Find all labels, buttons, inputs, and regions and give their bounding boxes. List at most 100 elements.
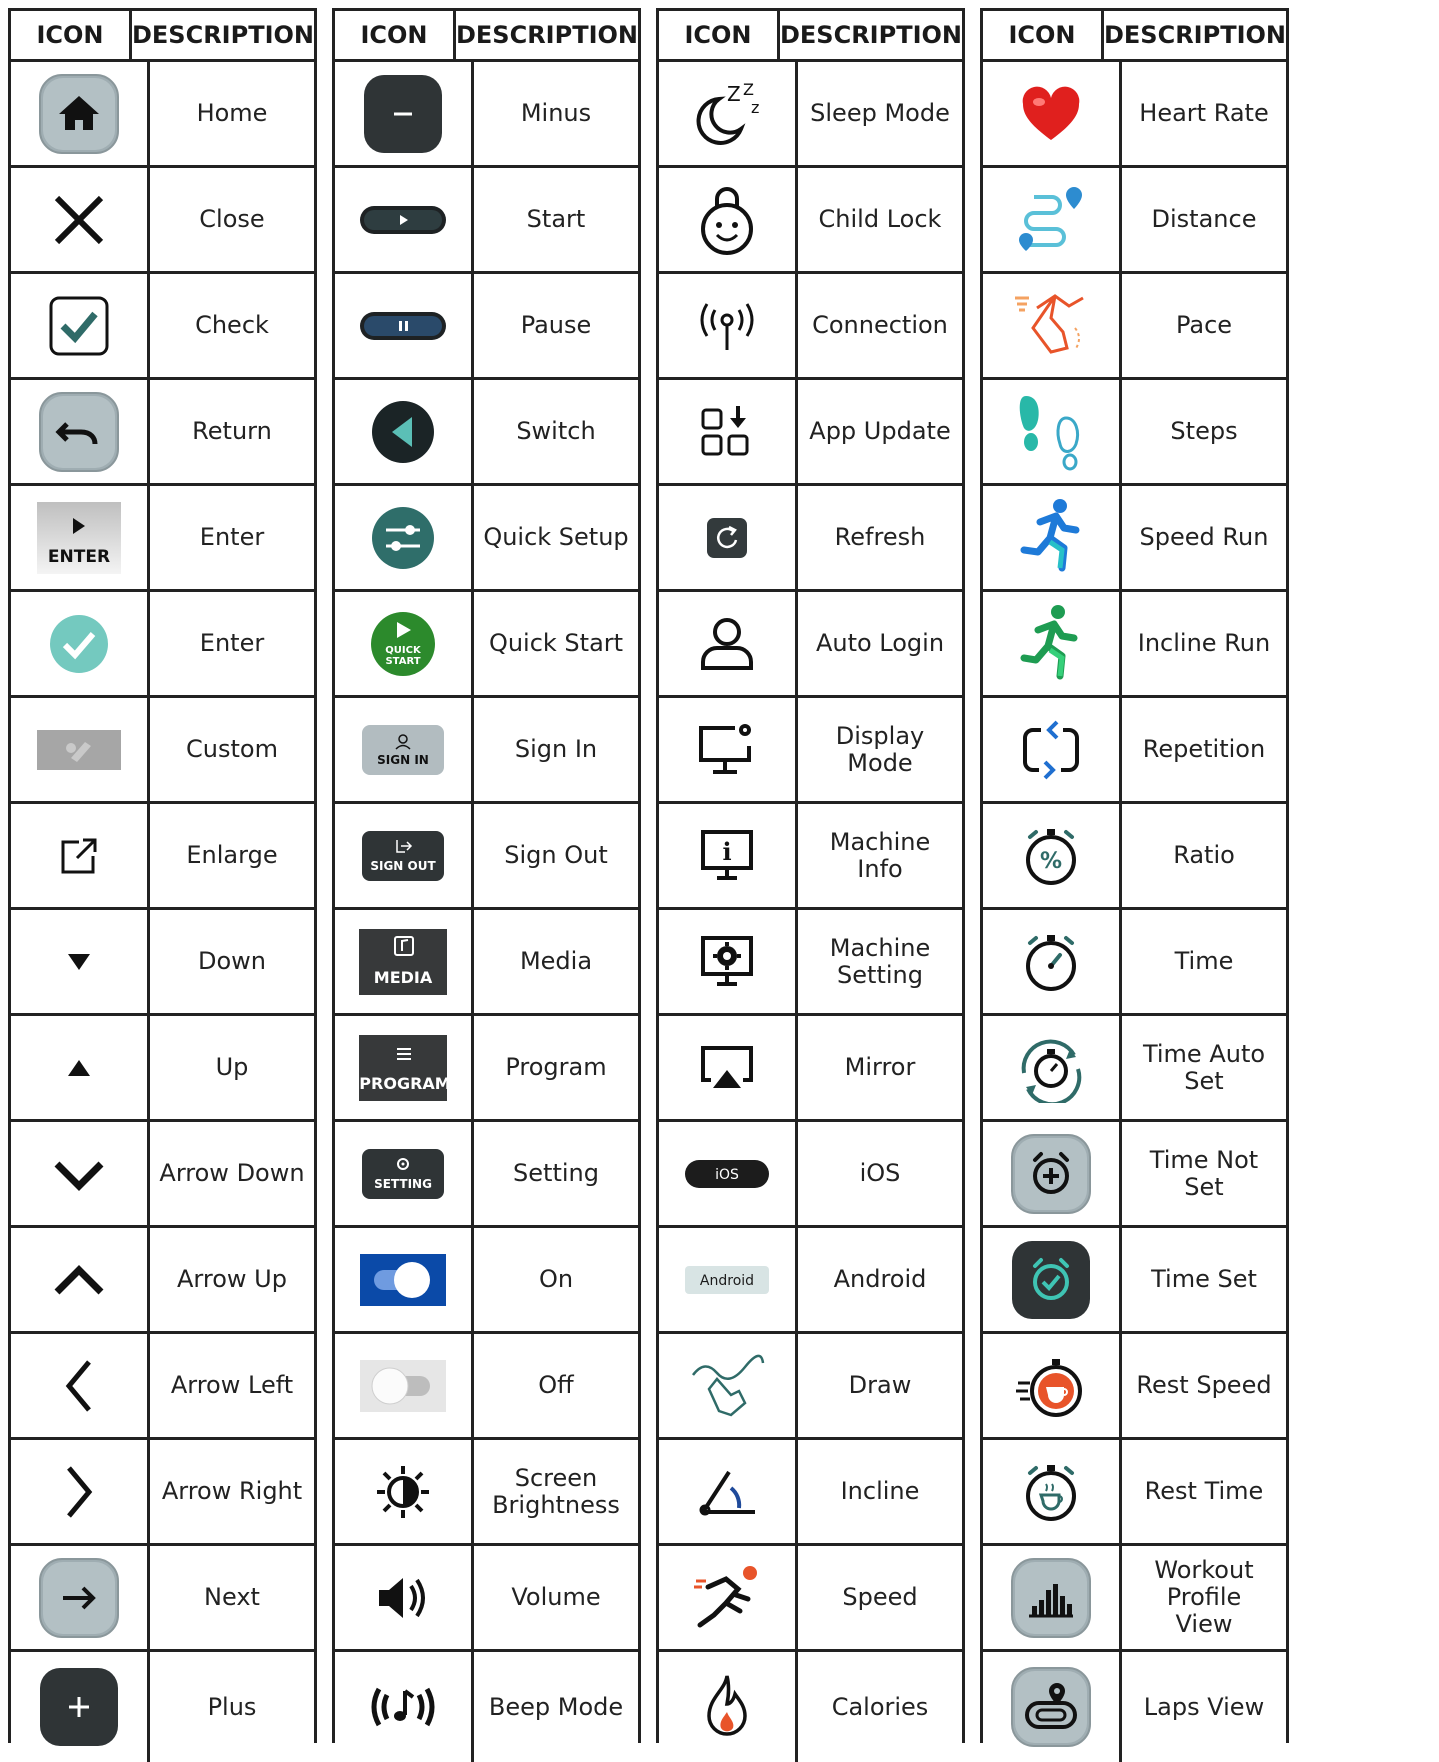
steps-icon: [983, 380, 1122, 483]
icon-description: Return: [192, 417, 272, 445]
svg-text:START: START: [385, 656, 420, 667]
draw-icon: [659, 1334, 798, 1437]
table-row: Return: [11, 380, 314, 486]
icon-description: Enlarge: [186, 841, 278, 869]
icon-description: Heart Rate: [1139, 99, 1269, 127]
calories-icon: [659, 1652, 798, 1762]
table-row: Screen Brightness: [335, 1440, 638, 1546]
icon-description: Screen Brightness: [492, 1463, 620, 1519]
icon-description: Ratio: [1173, 841, 1235, 869]
icon-description: Volume: [511, 1583, 601, 1611]
icon-description: App Update: [809, 417, 951, 445]
child-lock-icon: [659, 168, 798, 271]
icon-description: Close: [199, 205, 265, 233]
table-row: i Machine Info: [659, 804, 962, 910]
connection-icon: [659, 274, 798, 377]
table-row: ENTER Enter: [11, 486, 314, 592]
icon-column-header: ICON: [659, 11, 780, 59]
table-row: Time: [983, 910, 1286, 1016]
table-row: Mirror: [659, 1016, 962, 1122]
enter-button-icon: ENTER: [11, 486, 150, 589]
refresh-icon: [659, 486, 798, 589]
table-row: Calories: [659, 1652, 962, 1762]
pace-icon: [983, 274, 1122, 377]
svg-text:Z: Z: [743, 80, 754, 99]
table-row: Arrow Right: [11, 1440, 314, 1546]
table-row: Enlarge: [11, 804, 314, 910]
display-mode-icon: [659, 698, 798, 801]
icon-description: Quick Start: [488, 629, 624, 657]
table-row: Incline Run: [983, 592, 1286, 698]
icon-description: Down: [197, 947, 266, 975]
table-row: Home: [11, 62, 314, 168]
time-set-icon: [983, 1228, 1122, 1331]
plus-icon: [11, 1652, 150, 1762]
beep-mode-icon: [335, 1652, 474, 1762]
toggle-off-icon: [335, 1334, 474, 1437]
rest-speed-icon: [983, 1334, 1122, 1437]
mirror-icon: [659, 1016, 798, 1119]
icon-description: Enter: [199, 629, 265, 657]
arrow-left-icon: [11, 1334, 150, 1437]
table-row: Arrow Left: [11, 1334, 314, 1440]
machine-info-icon: i: [659, 804, 798, 907]
icon-description: Sign Out: [504, 841, 608, 869]
icon-description: Refresh: [834, 523, 926, 551]
table-row: % Ratio: [983, 804, 1286, 910]
return-icon: [11, 380, 150, 483]
icon-description: Quick Setup: [483, 523, 629, 551]
icon-description: Arrow Left: [170, 1371, 294, 1399]
table-row: Next: [11, 1546, 314, 1652]
table-row: Steps: [983, 380, 1286, 486]
down-triangle-icon: [11, 910, 150, 1013]
icon-description: Arrow Right: [161, 1477, 303, 1505]
setting-icon: SETTING: [335, 1122, 474, 1225]
sign-in-icon: SIGN IN: [335, 698, 474, 801]
svg-text:ENTER: ENTER: [48, 547, 110, 567]
icon-description: Setting: [513, 1159, 599, 1187]
heart-rate-icon: [983, 62, 1122, 165]
icon-description: Incline: [840, 1477, 920, 1505]
table-header: ICON DESCRIPTION: [659, 11, 962, 62]
icon-description: On: [538, 1265, 574, 1293]
table-row: Connection: [659, 274, 962, 380]
svg-text:Z: Z: [727, 82, 741, 106]
svg-text:QUICK: QUICK: [385, 645, 422, 656]
icon-description: Sleep Mode: [810, 99, 950, 127]
table-row: Rest Speed: [983, 1334, 1286, 1440]
table-row: Enter: [11, 592, 314, 698]
speed-icon: [659, 1546, 798, 1649]
ios-icon: iOS: [659, 1122, 798, 1225]
arrow-down-icon: [11, 1122, 150, 1225]
table-row: Switch: [335, 380, 638, 486]
icon-description: Arrow Down: [159, 1159, 305, 1187]
table-row: SIGN IN Sign In: [335, 698, 638, 804]
svg-text:z: z: [751, 98, 759, 117]
icon-description: Beep Mode: [488, 1692, 624, 1721]
table-row: Z Zz Sleep Mode: [659, 62, 962, 168]
icon-description: Minus: [520, 99, 592, 127]
table-row: Repetition: [983, 698, 1286, 804]
icon-description: Plus: [207, 1692, 257, 1721]
icon-description: Sign In: [514, 735, 598, 763]
next-icon: [11, 1546, 150, 1649]
table-row: Incline: [659, 1440, 962, 1546]
quick-start-icon: QUICK START: [335, 592, 474, 695]
incline-run-icon: [983, 592, 1122, 695]
table-row: Close: [11, 168, 314, 274]
icon-description: Distance: [1151, 205, 1257, 233]
table-row: On: [335, 1228, 638, 1334]
icon-description: Speed: [842, 1583, 918, 1611]
icon-description: Off: [538, 1371, 574, 1399]
description-column-header: DESCRIPTION: [455, 21, 638, 49]
table-row: Quick Setup: [335, 486, 638, 592]
table-row: Workout Profile View: [983, 1546, 1286, 1652]
table-row: Arrow Up: [11, 1228, 314, 1334]
description-column-header: DESCRIPTION: [131, 21, 314, 49]
table-row: Pause: [335, 274, 638, 380]
table-row: Machine Setting: [659, 910, 962, 1016]
table-row: SETTING Setting: [335, 1122, 638, 1228]
time-not-set-icon: [983, 1122, 1122, 1225]
icon-description: Home: [196, 99, 268, 127]
table-row: Volume: [335, 1546, 638, 1652]
